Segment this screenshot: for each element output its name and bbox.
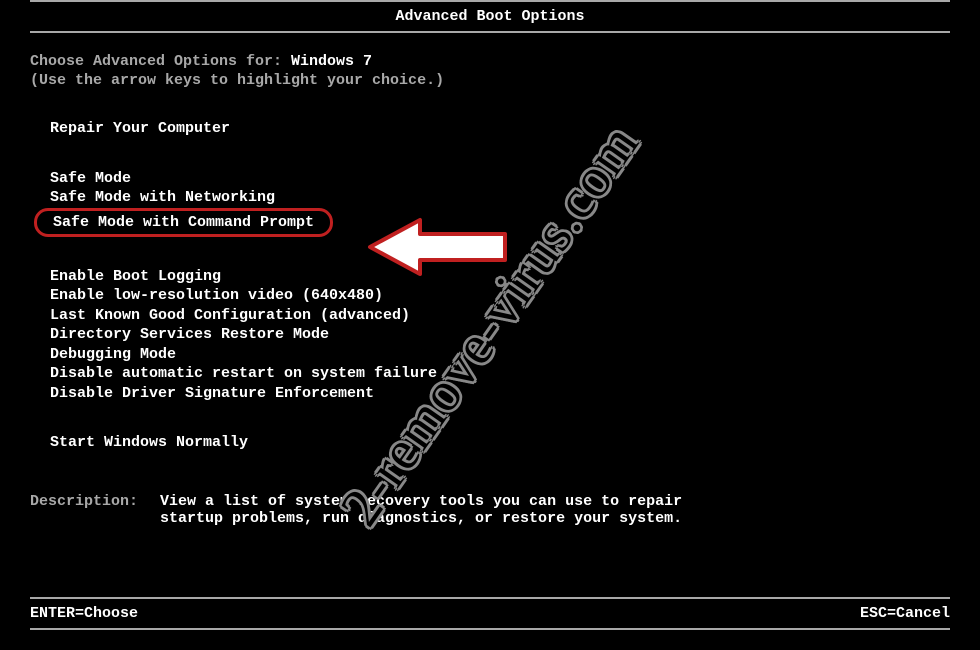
title-bar: Advanced Boot Options <box>30 0 950 33</box>
menu-repair-computer[interactable]: Repair Your Computer <box>50 119 950 139</box>
menu-safe-mode[interactable]: Safe Mode <box>50 169 950 189</box>
menu-safe-mode-networking[interactable]: Safe Mode with Networking <box>50 188 950 208</box>
footer-bar: ENTER=Choose ESC=Cancel <box>30 597 950 630</box>
menu-disable-driver-sig[interactable]: Disable Driver Signature Enforcement <box>50 384 950 404</box>
page-title: Advanced Boot Options <box>395 8 584 25</box>
description-line2: startup problems, run diagnostics, or re… <box>160 510 682 527</box>
menu-last-known-good[interactable]: Last Known Good Configuration (advanced) <box>50 306 950 326</box>
menu-low-res-video[interactable]: Enable low-resolution video (640x480) <box>50 286 950 306</box>
menu-debugging-mode[interactable]: Debugging Mode <box>50 345 950 365</box>
os-name: Windows 7 <box>291 53 372 70</box>
description-text: View a list of system recovery tools you… <box>160 493 682 527</box>
description-label: Description: <box>30 493 160 527</box>
menu-start-normally[interactable]: Start Windows Normally <box>50 433 950 453</box>
menu-disable-auto-restart[interactable]: Disable automatic restart on system fail… <box>50 364 950 384</box>
menu-boot-logging[interactable]: Enable Boot Logging <box>50 267 950 287</box>
description-section: Description: View a list of system recov… <box>30 493 950 527</box>
footer-esc: ESC=Cancel <box>860 605 950 622</box>
description-line1: View a list of system recovery tools you… <box>160 493 682 510</box>
menu-safe-mode-command-prompt[interactable]: Safe Mode with Command Prompt <box>50 208 950 237</box>
footer-enter: ENTER=Choose <box>30 605 138 622</box>
header-line: Choose Advanced Options for: Windows 7 <box>30 53 950 70</box>
header-prefix: Choose Advanced Options for: <box>30 53 291 70</box>
instruction-text: (Use the arrow keys to highlight your ch… <box>30 72 950 89</box>
highlighted-option: Safe Mode with Command Prompt <box>34 208 333 237</box>
menu-directory-services[interactable]: Directory Services Restore Mode <box>50 325 950 345</box>
